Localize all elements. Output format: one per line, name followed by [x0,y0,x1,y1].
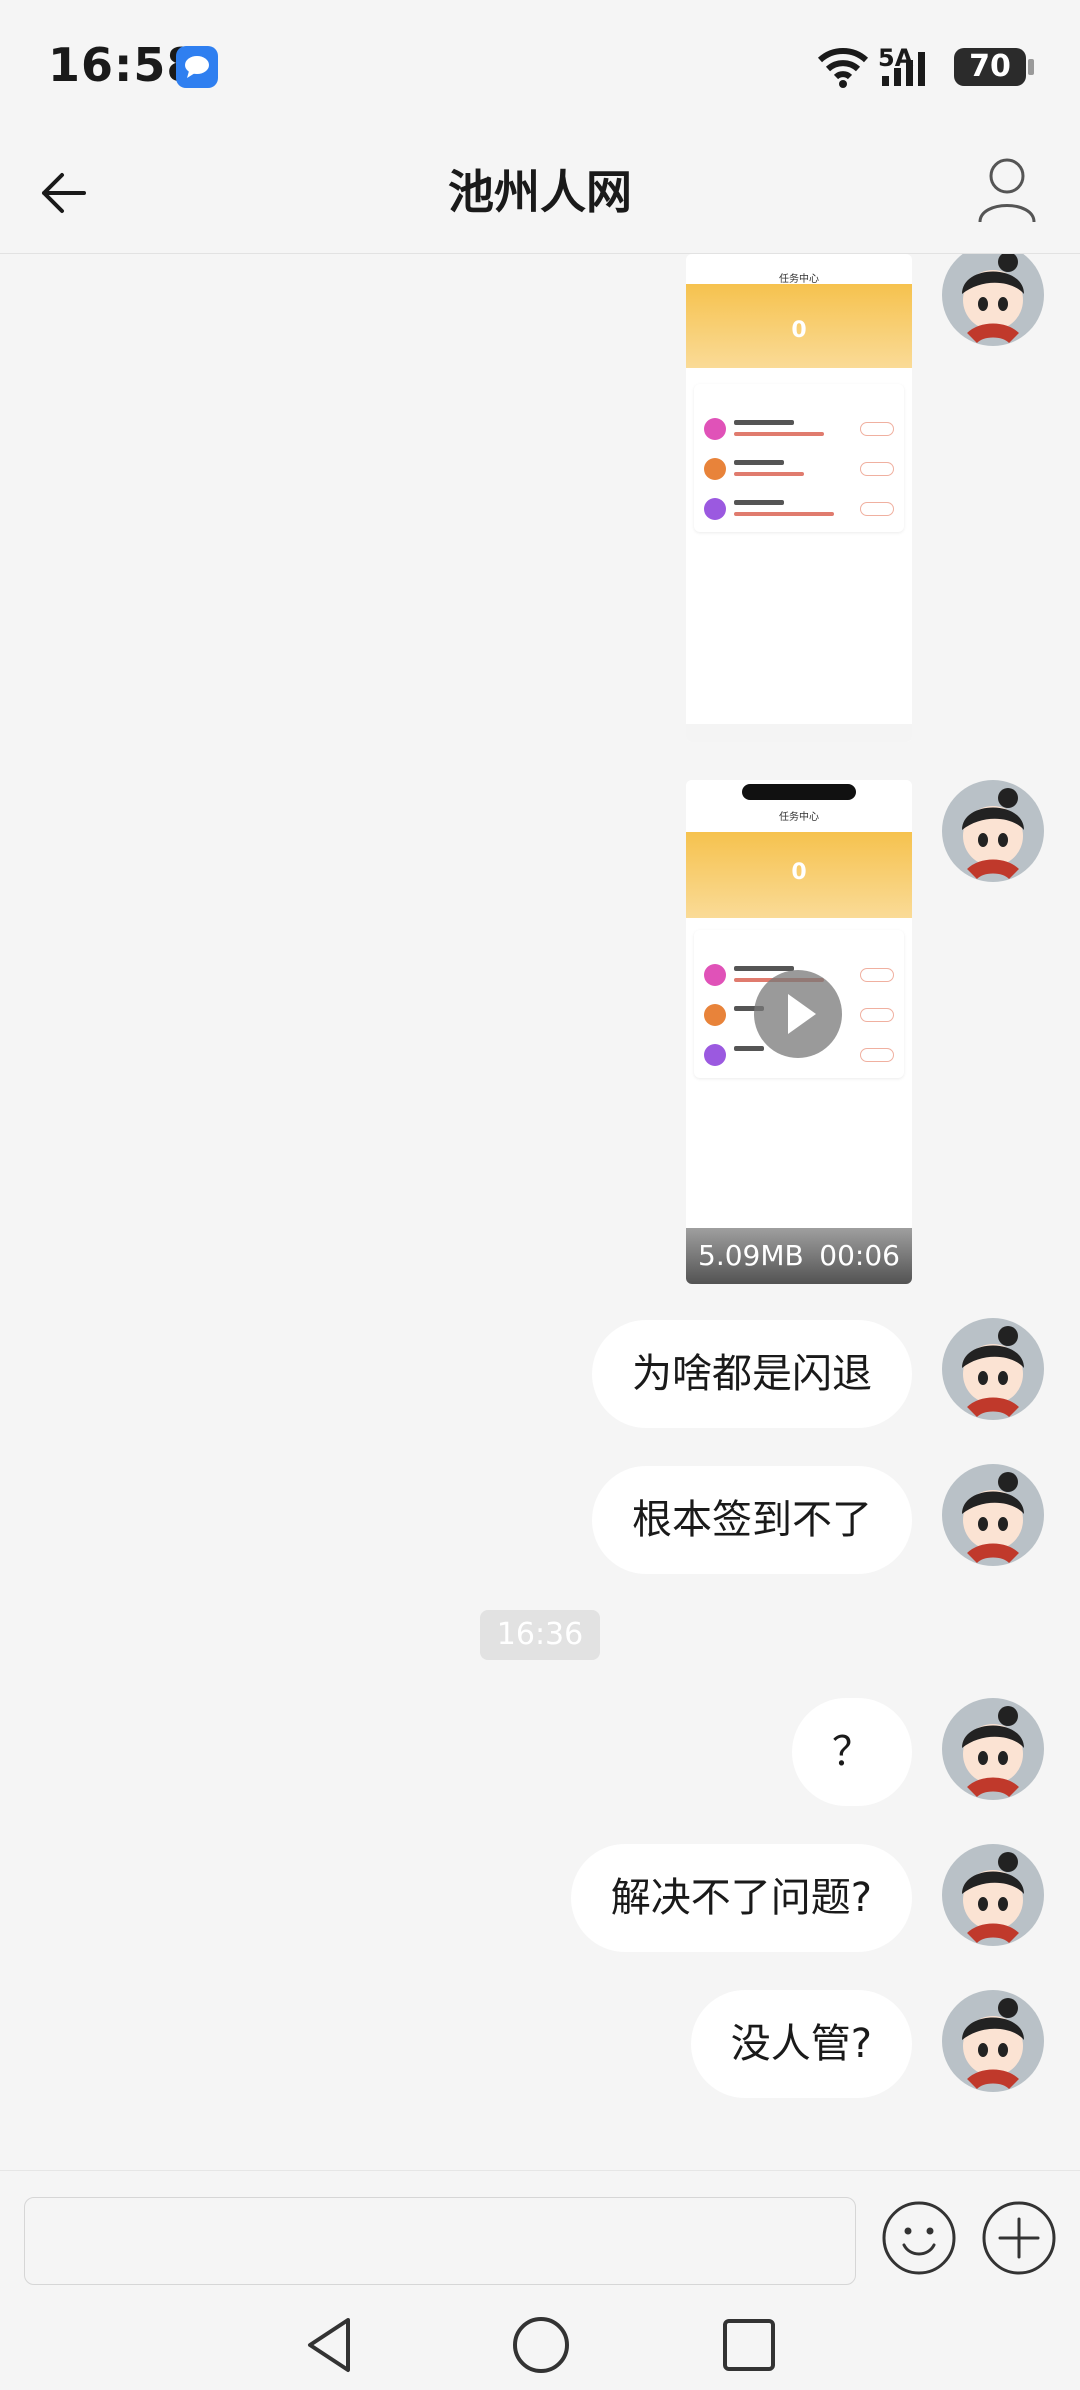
thumb-pill [860,968,894,982]
wifi-icon [817,48,869,88]
avatar[interactable] [942,254,1044,346]
mini-value: 0 [791,860,807,885]
play-icon[interactable] [754,970,842,1058]
thumb-pill [860,462,894,476]
chat-title: 池州人网 [448,165,632,219]
image-message[interactable]: 任务中心 0 [686,254,912,742]
thumb-line [734,460,784,465]
thumb-task-icon [704,964,726,986]
message-bubble[interactable]: 为啥都是闪退 [592,1320,912,1428]
thumb-line [734,512,834,516]
mini-title: 任务中心 [779,274,819,285]
thumb-pill [860,1048,894,1062]
avatar[interactable] [942,1698,1044,1800]
nav-home-icon[interactable] [510,2314,572,2376]
thumb-task-icon [704,458,726,480]
message-list[interactable]: 任务中心 0 任务中心 0 5.09MB 00:06 为啥都是闪退 根本签到不了… [0,254,1080,2170]
thumb-card [694,384,904,532]
nav-recents-icon[interactable] [718,2314,780,2376]
system-nav-bar [0,2290,1080,2390]
avatar[interactable] [942,1844,1044,1946]
video-message[interactable]: 任务中心 0 5.09MB 00:06 [686,780,912,1284]
thumb-task-icon [704,1044,726,1066]
message-app-icon [176,46,218,88]
thumb-line [734,966,794,971]
profile-icon[interactable] [972,150,1042,230]
thumb-line [734,500,784,505]
thumb-status [686,780,912,804]
thumb-line [734,1046,764,1051]
avatar[interactable] [942,1990,1044,2092]
message-input[interactable] [24,2197,856,2285]
thumb-pill [860,502,894,516]
thumb-line [734,472,804,476]
mini-value: 0 [791,318,807,343]
thumb-notch [742,784,856,800]
battery-tip [1028,59,1034,75]
status-bar: 16:58 5A 70 [0,0,1080,130]
emoji-icon[interactable] [880,2199,958,2277]
thumb-task-icon [704,418,726,440]
add-icon[interactable] [980,2199,1058,2277]
avatar[interactable] [942,780,1044,882]
mini-title: 任务中心 [779,812,819,823]
thumb-line [734,420,794,425]
video-meta: 5.09MB 00:06 [686,1228,912,1284]
message-bubble[interactable]: 解决不了问题? [570,1844,912,1952]
thumb-pill [860,422,894,436]
message-bubble[interactable]: ？ [792,1698,912,1806]
avatar[interactable] [942,1464,1044,1566]
timestamp: 16:36 [480,1610,600,1660]
avatar[interactable] [942,1318,1044,1420]
thumb-line [734,432,824,436]
input-bar [0,2170,1080,2290]
message-bubble[interactable]: 根本签到不了 [592,1466,912,1574]
chat-header: 池州人网 [0,130,1080,254]
thumb-task-icon [704,498,726,520]
thumb-task-icon [704,1004,726,1026]
thumb-pill [860,1008,894,1022]
nav-back-icon[interactable] [300,2314,360,2376]
battery-indicator: 70 [954,48,1026,86]
thumb-nav-bar [686,724,912,742]
signal-icon [882,52,925,86]
video-duration: 00:06 [819,1239,900,1272]
video-size: 5.09MB [698,1239,804,1272]
message-bubble[interactable]: 没人管? [690,1990,912,2098]
